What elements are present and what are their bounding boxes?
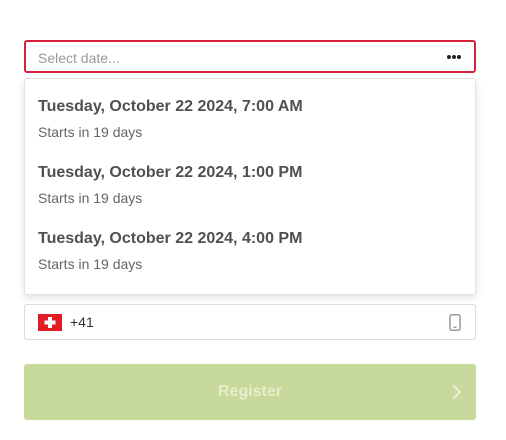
date-option-title: Tuesday, October 22 2024, 1:00 PM <box>38 164 303 181</box>
date-option-subtitle: Starts in 19 days <box>38 256 143 272</box>
register-button-label: Register <box>217 383 283 400</box>
date-option-subtitle: Starts in 19 days <box>38 124 143 140</box>
date-option-title: Tuesday, October 22 2024, 4:00 PM <box>38 230 303 247</box>
date-option-title: Tuesday, October 22 2024, 7:00 AM <box>38 98 303 115</box>
date-select-placeholder: Select date... <box>38 50 120 66</box>
mobile-phone-icon <box>449 314 461 331</box>
date-select[interactable]: Select date... <box>24 40 476 73</box>
phone-dial-code: +41 <box>70 314 94 330</box>
date-option[interactable]: Tuesday, October 22 2024, 1:00 PM Starts… <box>38 164 462 220</box>
date-option-subtitle: Starts in 19 days <box>38 190 143 206</box>
chevron-right-icon <box>452 384 462 400</box>
switzerland-flag-icon[interactable] <box>38 314 62 331</box>
phone-input[interactable]: +41 <box>24 304 476 340</box>
more-horizontal-icon[interactable] <box>446 54 462 60</box>
date-option[interactable]: Tuesday, October 22 2024, 7:00 AM Starts… <box>38 98 462 154</box>
date-option[interactable]: Tuesday, October 22 2024, 4:00 PM Starts… <box>38 230 462 286</box>
date-options-dropdown: Tuesday, October 22 2024, 7:00 AM Starts… <box>24 78 476 295</box>
register-button[interactable]: Register <box>24 364 476 420</box>
